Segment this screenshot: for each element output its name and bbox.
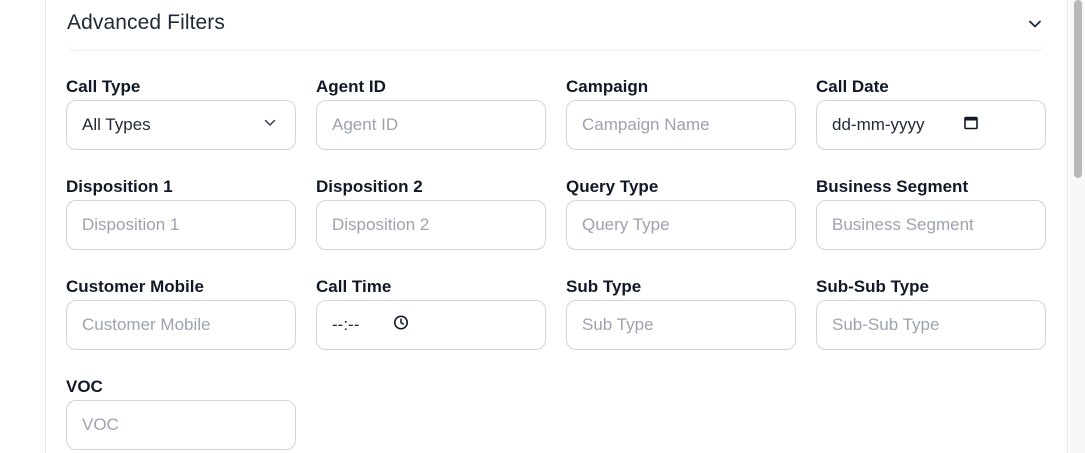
disposition-1-field: Disposition 1 Disposition 1 (66, 176, 296, 250)
advanced-filters-panel: Advanced Filters Call Type All Types Age… (45, 0, 1068, 453)
customer-mobile-placeholder: Customer Mobile (82, 315, 211, 334)
business-segment-field: Business Segment Business Segment (816, 176, 1046, 250)
query-type-input[interactable]: Query Type (566, 200, 796, 250)
call-type-field: Call Type All Types (66, 76, 296, 150)
sub-sub-type-input[interactable]: Sub-Sub Type (816, 300, 1046, 350)
filters-page: Advanced Filters Call Type All Types Age… (0, 0, 1085, 453)
sub-type-label: Sub Type (566, 277, 642, 296)
disposition-2-field: Disposition 2 Disposition 2 (316, 176, 546, 250)
query-type-label: Query Type (566, 177, 659, 196)
calendar-icon[interactable] (963, 115, 979, 136)
business-segment-label: Business Segment (816, 177, 969, 196)
chevron-down-icon[interactable] (1026, 15, 1044, 33)
call-time-field: Call Time --:-- (316, 276, 546, 350)
advanced-filters-header[interactable]: Advanced Filters (66, 0, 1046, 51)
agent-id-label: Agent ID (316, 77, 386, 96)
call-time-label: Call Time (316, 277, 392, 296)
business-segment-input[interactable]: Business Segment (816, 200, 1046, 250)
call-type-select[interactable]: All Types (66, 100, 296, 150)
call-type-label: Call Type (66, 77, 141, 96)
sub-type-placeholder: Sub Type (582, 315, 654, 334)
campaign-placeholder: Campaign Name (582, 115, 710, 134)
customer-mobile-input[interactable]: Customer Mobile (66, 300, 296, 350)
campaign-field: Campaign Campaign Name (566, 76, 796, 150)
voc-field: VOC VOC (66, 376, 296, 450)
call-date-input[interactable]: dd-mm-yyyy (816, 100, 1046, 150)
chevron-down-icon (263, 115, 277, 135)
call-date-placeholder: dd-mm-yyyy (832, 115, 925, 134)
customer-mobile-field: Customer Mobile Customer Mobile (66, 276, 296, 350)
business-segment-placeholder: Business Segment (832, 215, 974, 234)
query-type-field: Query Type Query Type (566, 176, 796, 250)
scrollbar-thumb[interactable] (1074, 0, 1082, 178)
clock-icon[interactable] (393, 315, 409, 336)
sub-type-field: Sub Type Sub Type (566, 276, 796, 350)
voc-label: VOC (66, 377, 103, 396)
vertical-scrollbar[interactable] (1070, 0, 1085, 453)
sub-type-input[interactable]: Sub Type (566, 300, 796, 350)
voc-input[interactable]: VOC (66, 400, 296, 450)
call-date-field: Call Date dd-mm-yyyy (816, 76, 1046, 150)
disposition-2-input[interactable]: Disposition 2 (316, 200, 546, 250)
agent-id-placeholder: Agent ID (332, 115, 399, 134)
panel-title: Advanced Filters (67, 11, 226, 34)
customer-mobile-label: Customer Mobile (66, 277, 204, 296)
call-time-placeholder: --:-- (332, 315, 360, 334)
call-date-label: Call Date (816, 77, 889, 96)
call-time-input[interactable]: --:-- (316, 300, 546, 350)
sub-sub-type-label: Sub-Sub Type (816, 277, 930, 296)
call-type-value: All Types (82, 115, 151, 134)
sub-sub-type-field: Sub-Sub Type Sub-Sub Type (816, 276, 1046, 350)
voc-placeholder: VOC (82, 415, 119, 434)
campaign-input[interactable]: Campaign Name (566, 100, 796, 150)
agent-id-input[interactable]: Agent ID (316, 100, 546, 150)
campaign-label: Campaign (566, 77, 649, 96)
disposition-2-label: Disposition 2 (316, 177, 423, 196)
query-type-placeholder: Query Type (582, 215, 670, 234)
disposition-1-input[interactable]: Disposition 1 (66, 200, 296, 250)
disposition-1-placeholder: Disposition 1 (82, 215, 180, 234)
disposition-1-label: Disposition 1 (66, 177, 173, 196)
disposition-2-placeholder: Disposition 2 (332, 215, 430, 234)
sub-sub-type-placeholder: Sub-Sub Type (832, 315, 940, 334)
agent-id-field: Agent ID Agent ID (316, 76, 546, 150)
